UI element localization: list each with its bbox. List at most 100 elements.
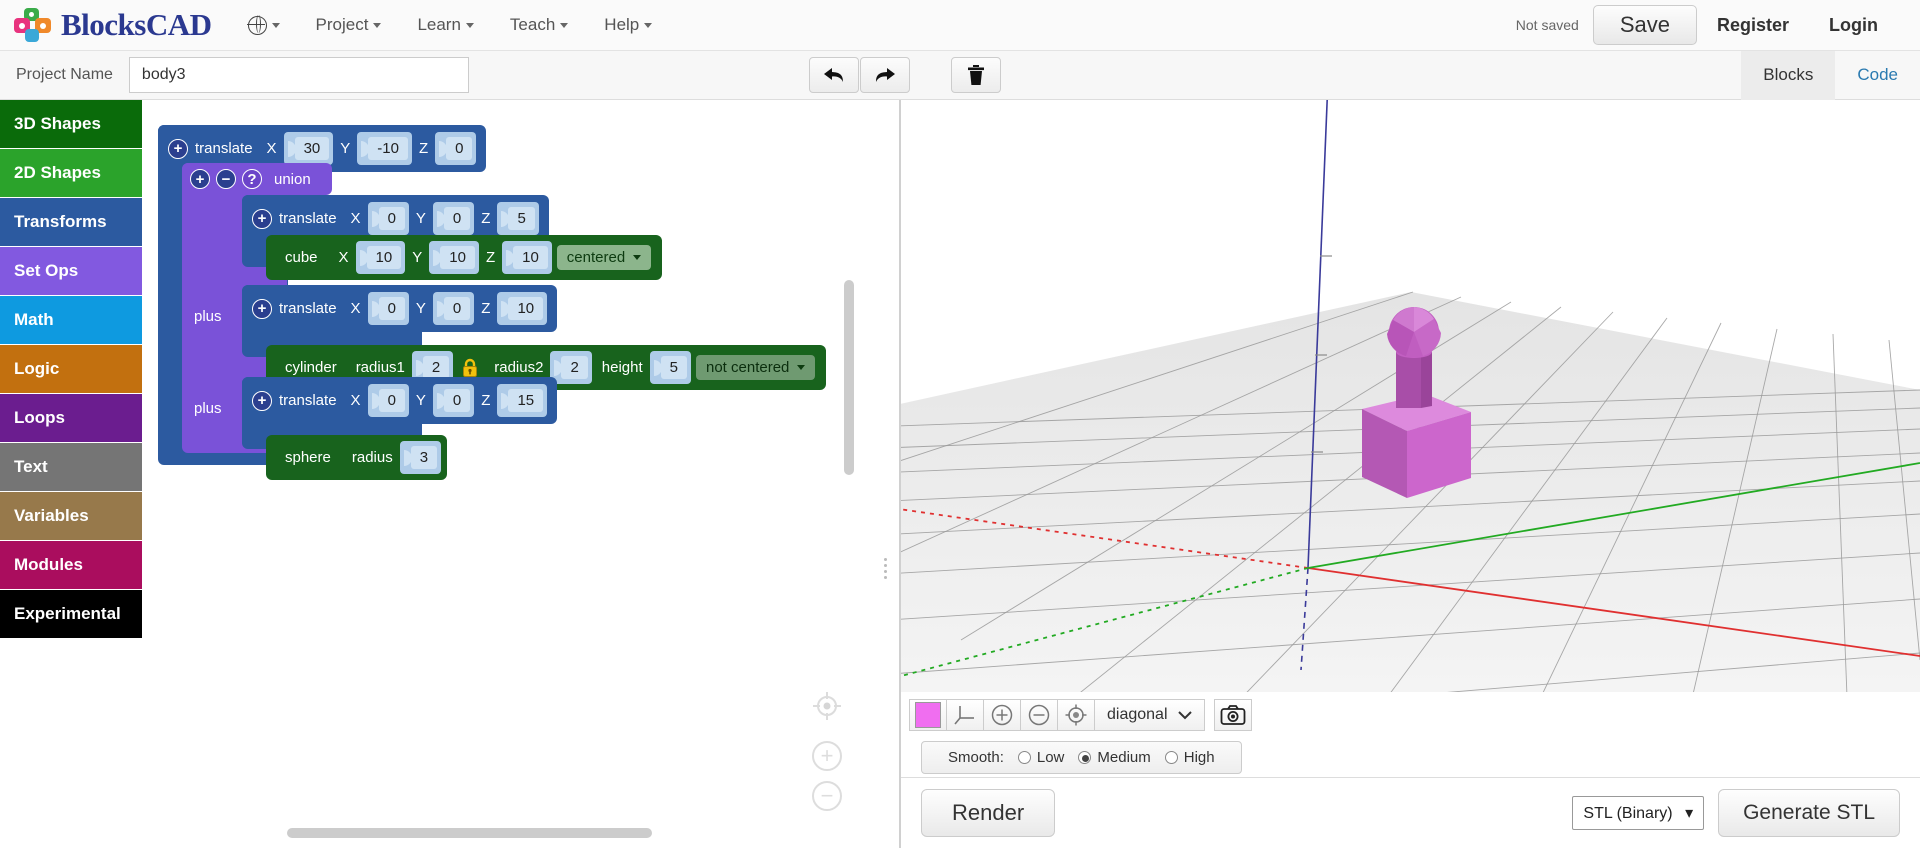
workspace-horizontal-scrollbar[interactable] [287,828,652,838]
translate-3-x-value[interactable]: 0 [378,389,405,412]
axis-x-label: X [350,210,361,227]
plus-icon[interactable]: + [252,208,272,229]
block-label-sphere: sphere [285,449,331,466]
block-translate-3[interactable]: + translate X 0 Y 0 Z 15 [242,377,558,424]
radio-low[interactable] [1017,750,1031,764]
cube-z-value[interactable]: 10 [513,246,548,269]
menu-project[interactable]: Project [298,9,400,41]
translate-2-z-value[interactable]: 10 [508,297,544,320]
workspace-zoom-in-button[interactable]: + [812,741,842,771]
plus-icon[interactable]: + [252,390,272,411]
translate-1-y-value[interactable]: 0 [443,207,471,230]
plus-icon[interactable]: + [190,169,210,189]
sidebar-item-modules[interactable]: Modules [0,541,142,589]
block-label-cylinder: cylinder [285,359,337,376]
question-icon[interactable]: ? [242,169,262,189]
render-button[interactable]: Render [921,789,1056,837]
object-color-button[interactable] [909,698,947,731]
delete-button[interactable] [950,57,1001,93]
axis-y-label: Y [412,249,423,266]
screenshot-button[interactable] [1213,698,1252,731]
viewer-center-button[interactable] [1057,698,1095,731]
toggle-axes-button[interactable] [946,698,984,731]
sidebar-item-experimental[interactable]: Experimental [0,590,142,638]
radio-high[interactable] [1164,750,1178,764]
login-link[interactable]: Login [1809,9,1898,42]
menu-teach[interactable]: Teach [492,9,586,41]
sidebar-item-transforms[interactable]: Transforms [0,198,142,246]
workspace-vertical-scrollbar[interactable] [844,280,854,475]
stl-format-select[interactable]: STL (Binary) ▾ [1572,796,1705,830]
translate-2-x-value[interactable]: 0 [378,297,405,320]
menu-learn[interactable]: Learn [399,9,491,41]
redo-button[interactable] [859,57,910,93]
sidebar-item-variables[interactable]: Variables [0,492,142,540]
globe-icon [246,14,267,35]
undo-button[interactable] [808,57,859,93]
block-sphere[interactable]: sphere radius 3 [266,435,448,480]
translate-3-y-value[interactable]: 0 [443,389,471,412]
menu-help[interactable]: Help [586,9,670,41]
cube-centered-dropdown[interactable]: centered [556,245,652,270]
block-label-union: union [274,170,311,188]
smooth-option-low[interactable]: Low [1017,749,1064,766]
tab-blocks[interactable]: Blocks [1741,50,1836,100]
project-name-input[interactable] [128,57,469,93]
translate-root-z-value[interactable]: 0 [446,137,473,160]
cube-x-value[interactable]: 10 [366,246,402,269]
chevron-down-icon [271,22,280,28]
smooth-option-medium[interactable]: Medium [1078,749,1151,766]
axis-z-label: Z [481,210,491,227]
viewer-zoom-out-button[interactable] [1020,698,1058,731]
3d-viewport[interactable] [901,100,1920,692]
generate-stl-button[interactable]: Generate STL [1718,789,1900,837]
block-translate-2[interactable]: + translate X 0 Y 0 Z 10 [242,285,558,332]
cylinder-centered-dropdown[interactable]: not centered [696,355,816,380]
cylinder-radius1-value[interactable]: 2 [422,356,450,379]
block-cube[interactable]: cube X 10 Y 10 Z 10 centered [266,235,663,280]
blocks-workspace[interactable]: + translate X 30 Y -10 Z 0 + − ? union +… [142,100,900,848]
app-logo[interactable]: BlocksCAD [0,7,212,43]
register-link[interactable]: Register [1697,9,1809,42]
workspace-zoom-out-button[interactable]: − [812,781,842,811]
undo-arrow-icon [823,68,843,82]
stl-format-value: STL (Binary) [1583,805,1673,822]
translate-1-z-value[interactable]: 5 [508,207,535,230]
menu-learn-label: Learn [417,15,461,34]
chevron-down-icon [797,365,806,370]
center-view-icon [1065,704,1087,725]
sidebar-item-loops[interactable]: Loops [0,394,142,442]
lock-icon[interactable] [453,358,487,378]
viewer-zoom-in-button[interactable] [983,698,1021,731]
language-selector[interactable] [230,10,298,41]
cube-y-value[interactable]: 10 [440,246,475,269]
sidebar-item-set-ops[interactable]: Set Ops [0,247,142,295]
plus-icon[interactable]: + [168,138,188,159]
sidebar-item-text[interactable]: Text [0,443,142,491]
translate-1-x-value[interactable]: 0 [378,207,405,230]
translate-root-x-value[interactable]: 30 [294,137,330,160]
sphere-radius-value[interactable]: 3 [410,446,438,469]
sidebar-item-2d-shapes[interactable]: 2D Shapes [0,149,142,197]
axis-z-label: Z [418,140,429,157]
block-union[interactable]: + − ? union [182,163,332,195]
translate-2-y-value[interactable]: 0 [443,297,471,320]
chevron-down-icon [560,22,569,28]
workspace-resize-grip[interactable] [884,555,890,585]
translate-3-z-value[interactable]: 15 [508,389,544,412]
sidebar-item-math[interactable]: Math [0,296,142,344]
cylinder-radius2-value[interactable]: 2 [561,356,588,379]
tab-code[interactable]: Code [1835,51,1920,100]
translate-root-y-value[interactable]: -10 [368,137,408,160]
sidebar-item-logic[interactable]: Logic [0,345,142,393]
smooth-option-high[interactable]: High [1164,749,1215,766]
minus-icon[interactable]: − [216,169,236,189]
cylinder-height-value[interactable]: 5 [660,356,687,379]
plus-icon[interactable]: + [252,298,272,319]
radio-medium[interactable] [1078,750,1092,764]
save-button[interactable]: Save [1592,5,1697,45]
axis-z-label: Z [481,300,491,317]
workspace-center-button[interactable] [811,690,843,722]
view-angle-select[interactable]: diagonal [1094,698,1205,731]
sidebar-item-3d-shapes[interactable]: 3D Shapes [0,100,142,148]
